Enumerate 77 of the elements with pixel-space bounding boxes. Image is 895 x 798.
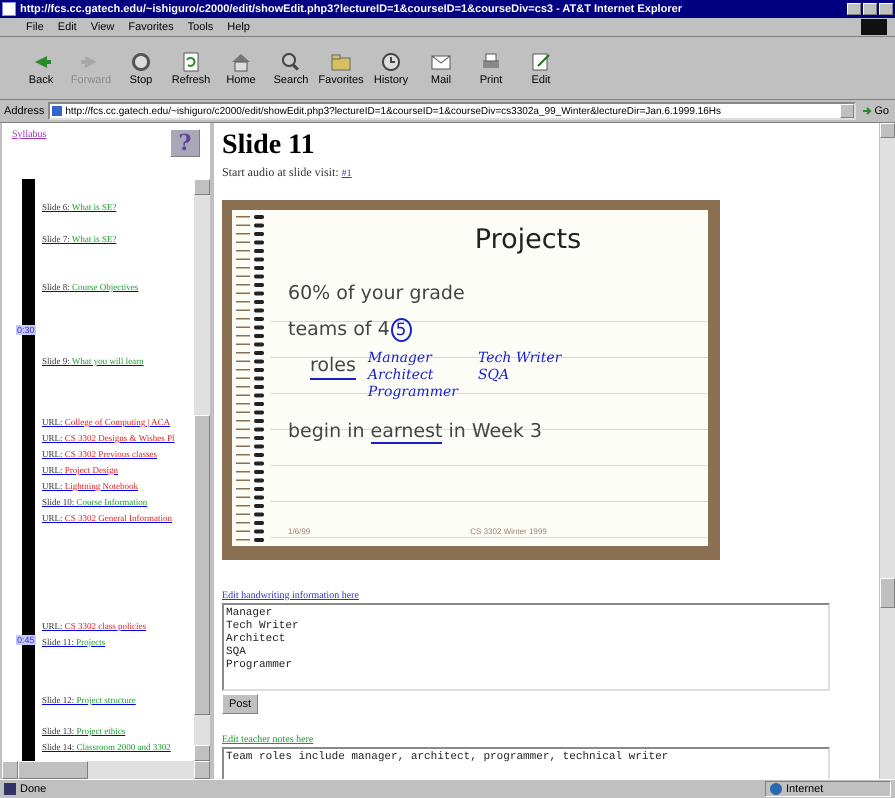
- url-link[interactable]: URL: College of Computing | ACA: [42, 417, 170, 427]
- handwriting-link[interactable]: Edit handwriting information here: [222, 590, 879, 601]
- slide-date: 1/6/99: [288, 527, 310, 536]
- time-marker[interactable]: 0:30: [16, 325, 36, 335]
- globe-icon: [770, 783, 782, 795]
- handwriting-field[interactable]: Manager Tech Writer Architect SQA Programmer: [222, 603, 830, 691]
- slide-link[interactable]: Slide 9: What you will learn: [42, 356, 144, 366]
- toolbar-button[interactable]: Search: [268, 43, 314, 93]
- url-link[interactable]: URL: CS 3302 class policies: [42, 621, 146, 631]
- go-button[interactable]: Go: [860, 105, 891, 117]
- slide-title: Projects: [474, 224, 582, 257]
- slide-link[interactable]: Slide 14: Classroom 2000 and 3302: [42, 742, 171, 752]
- slide-link[interactable]: Slide 8: Course Objectives: [42, 282, 138, 292]
- url-link[interactable]: URL: Project Design: [42, 465, 118, 475]
- handwritten-text: SQA: [478, 367, 510, 384]
- page-icon: [4, 783, 16, 795]
- handwritten-text: Manager: [368, 350, 434, 367]
- notes-link[interactable]: Edit teacher notes here: [222, 734, 879, 745]
- notes-field[interactable]: Team roles include manager, architect, programmer, technical writer: [222, 747, 830, 779]
- menu-item[interactable]: View: [90, 21, 114, 33]
- toolbar-button[interactable]: Stop: [118, 43, 164, 93]
- slide-text: roles: [310, 354, 356, 380]
- slide-link[interactable]: Slide 6: What is SE?: [42, 202, 116, 212]
- address-label: Address: [4, 105, 44, 117]
- window-title: http://fcs.cc.gatech.edu/~ishiguro/c2000/edit/showEdit.php3?lectureID=1&courseID=1&courseDiv=cs3 - AT&T Internet Explorer: [20, 3, 684, 15]
- post-button[interactable]: Post: [222, 694, 258, 714]
- audio-link[interactable]: #1: [342, 168, 352, 179]
- menu-item[interactable]: File: [26, 21, 44, 33]
- slide-link[interactable]: Slide 13: Project ethics: [42, 726, 126, 736]
- handwritten-text: Tech Writer: [478, 350, 562, 367]
- arrow-icon: [862, 106, 872, 116]
- toolbar-button[interactable]: Print: [468, 43, 514, 93]
- toolbar-button[interactable]: Back: [18, 43, 64, 93]
- handwritten-text: Programmer: [368, 384, 458, 401]
- toolbar-button[interactable]: History: [368, 43, 414, 93]
- slide-link[interactable]: Slide 12: Project structure: [42, 695, 136, 705]
- browser-logo: [861, 19, 887, 35]
- slide-footer: CS 3302 Winter 1999: [470, 527, 547, 536]
- slide-text: begin in earnest in Week 3: [288, 420, 542, 442]
- menu-item[interactable]: Tools: [188, 21, 214, 33]
- menu-item[interactable]: Edit: [58, 21, 77, 33]
- scrollbar[interactable]: [2, 761, 210, 779]
- maximize-button[interactable]: [863, 3, 877, 15]
- handwritten-text: 5: [390, 318, 412, 342]
- zone-text: Internet: [786, 783, 824, 795]
- scrollbar[interactable]: [879, 123, 895, 779]
- url-link[interactable]: URL: Lightning Notebook: [42, 481, 138, 491]
- time-marker[interactable]: 0:45: [16, 635, 36, 645]
- url-link[interactable]: URL: CS 3302 Designs & Wishes Pl: [42, 433, 175, 443]
- clock-icon: [379, 50, 403, 74]
- scrollbar[interactable]: [194, 179, 210, 761]
- dropdown-button[interactable]: [840, 104, 854, 118]
- stop-icon: [129, 50, 153, 74]
- minimize-button[interactable]: [847, 3, 861, 15]
- url-link[interactable]: URL: CS 3302 Previous classes: [42, 449, 158, 459]
- address-field[interactable]: http://fcs.cc.gatech.edu/~ishiguro/c2000/edit/showEdit.php3?lectureID=1&courseID=1&courseDiv=cs3302a_99_Winter&lectureDir=Jan.6.1999.16Hs: [48, 102, 856, 120]
- page-icon: [52, 106, 62, 116]
- menu-item[interactable]: Help: [227, 21, 250, 33]
- toolbar-button[interactable]: Home: [218, 43, 264, 93]
- toolbar-button[interactable]: Favorites: [318, 43, 364, 93]
- slide-text: 60% of your grade: [288, 282, 465, 304]
- close-button[interactable]: [879, 3, 893, 15]
- status-text: Done: [20, 783, 46, 795]
- syllabus-link[interactable]: Syllabus: [12, 129, 46, 140]
- url-link[interactable]: URL: CS 3302 General Information: [42, 513, 172, 523]
- slide-text: teams of 4: [288, 318, 390, 340]
- handwritten-text: Architect: [368, 367, 434, 384]
- toolbar-button[interactable]: Mail: [418, 43, 464, 93]
- slide-heading: Slide 11: [222, 129, 316, 161]
- slide-link[interactable]: Slide 11: Projects: [42, 637, 106, 647]
- slide-link[interactable]: Slide 10: Course Information: [42, 497, 148, 507]
- menu-item[interactable]: Favorites: [128, 21, 174, 33]
- page-icon: [2, 2, 16, 16]
- audio-label: Start audio at slide visit:: [222, 165, 339, 179]
- toolbar-button[interactable]: Refresh: [168, 43, 214, 93]
- slide-link[interactable]: Slide 7: What is SE?: [42, 234, 116, 244]
- toolbar-button[interactable]: Edit: [518, 43, 564, 93]
